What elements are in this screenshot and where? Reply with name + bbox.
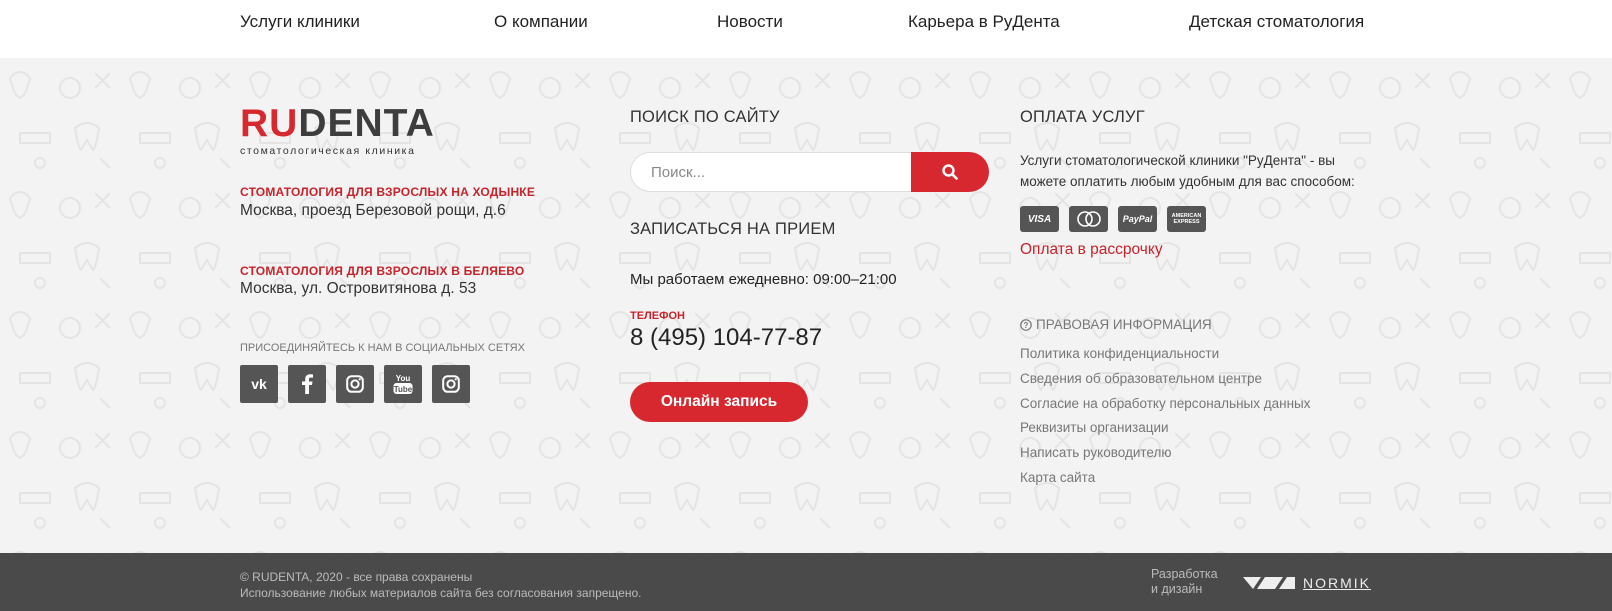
social-links: vk You Tube [240,365,470,403]
list-item: Реквизиты организации [1020,419,1311,444]
phone-label: ТЕЛЕФОН [630,310,685,322]
rudenta-logo[interactable]: RUDENTA стоматологическая клиника [240,104,470,157]
booking-heading: ЗАПИСАТЬСЯ НА ПРИЕМ [630,220,836,238]
clinic-title-belyaevo: СТОМАТОЛОГИЯ ДЛЯ ВЗРОСЛЫХ В БЕЛЯЕВО [240,264,525,278]
list-item: Сведения об образовательном центре [1020,370,1311,395]
logo-wordmark: RUDENTA [240,104,470,143]
svg-text:vk: vk [251,376,267,392]
nav-item-services[interactable]: Услуги клиники [240,12,360,32]
footer-main: RUDENTA стоматологическая клиника СТОМАТ… [0,58,1612,553]
usage-notice: Использование любых материалов сайта без… [240,586,642,600]
svg-text:?: ? [1024,321,1029,330]
instagram-icon [346,375,364,393]
bottom-bar: © RUDENTA, 2020 - все права сохранены Ис… [0,553,1612,611]
copyright: © RUDENTA, 2020 - все права сохранены Ис… [240,569,641,601]
legal-links: Политика конфиденциальности Сведения об … [1020,345,1311,494]
developer-credit: Разработка и дизайн [1151,567,1218,597]
dev-line-2: и дизайн [1151,582,1203,596]
list-item: Написать руководителю [1020,444,1311,469]
list-item: Согласие на обработку персональных данны… [1020,395,1311,420]
amex-icon: AMERICAN EXPRESS [1167,206,1206,232]
list-item: Карта сайта [1020,469,1311,494]
payment-heading: ОПЛАТА УСЛУГ [1020,108,1145,126]
legal-heading: ? ПРАВОВАЯ ИНФОРМАЦИЯ [1020,317,1212,332]
visa-icon: VISA [1020,206,1059,232]
installment-link[interactable]: Оплата в рассрочку [1020,241,1163,259]
vk-icon: vk [251,376,267,392]
search-form [630,152,989,192]
svg-text:Tube: Tube [394,385,413,394]
instagram-link[interactable] [336,365,374,403]
search-button[interactable] [911,152,989,192]
payment-cards: VISA PayPal AMERICAN EXPRESS [1020,206,1206,232]
svg-text:You: You [396,374,411,383]
logo-subtitle: стоматологическая клиника [240,145,416,157]
instagram-link-2[interactable] [432,365,470,403]
social-title: ПРИСОЕДИНЯЙТЕСЬ К НАМ В СОЦИАЛЬНЫХ СЕТЯХ [240,342,525,354]
question-circle-icon: ? [1020,318,1032,331]
facebook-link[interactable] [288,365,326,403]
list-item: Политика конфиденциальности [1020,345,1311,370]
clinic-title-khodynka: СТОМАТОЛОГИЯ ДЛЯ ВЗРОСЛЫХ НА ХОДЫНКЕ [240,185,536,199]
clinic-address-belyaevo: Москва, ул. Островитянова д. 53 [240,280,477,297]
legal-heading-label: ПРАВОВАЯ ИНФОРМАЦИЯ [1036,317,1212,332]
instagram-icon [442,375,460,393]
clinic-address-khodynka: Москва, проезд Березовой рощи, д.6 [240,202,506,219]
search-icon [942,164,958,180]
normik-label: NORMIK [1303,575,1371,591]
normik-logo-link[interactable]: NORMIK [1243,575,1371,591]
dev-line-1: Разработка [1151,567,1218,581]
search-heading: ПОИСК ПО САЙТУ [630,108,780,126]
education-center-link[interactable]: Сведения об образовательном центре [1020,371,1262,386]
logo-denta: DENTA [298,102,435,145]
payment-description: Услуги стоматологической клиники "РуДент… [1020,153,1355,189]
youtube-icon: You Tube [393,374,413,394]
phone-number[interactable]: 8 (495) 104-77-87 [630,324,822,352]
online-booking-button[interactable]: Онлайн запись [630,382,808,422]
nav-item-news[interactable]: Новости [717,12,783,32]
search-input[interactable] [630,152,911,192]
sitemap-link[interactable]: Карта сайта [1020,470,1095,485]
youtube-link[interactable]: You Tube [384,365,422,403]
mastercard-icon [1069,206,1108,232]
logo-ru: RU [240,102,299,145]
privacy-policy-link[interactable]: Политика конфиденциальности [1020,346,1219,361]
nav-item-kids-dentistry[interactable]: Детская стоматология [1189,12,1364,32]
write-to-director-link[interactable]: Написать руководителю [1020,445,1171,460]
working-hours: Мы работаем ежедневно: 09:00–21:00 [630,271,897,288]
normik-logo-icon [1243,577,1295,589]
vk-link[interactable]: vk [240,365,278,403]
copyright-line: © RUDENTA, 2020 - все права сохранены [240,570,473,584]
nav-item-career[interactable]: Карьера в РуДента [908,12,1060,32]
company-details-link[interactable]: Реквизиты организации [1020,420,1169,435]
top-navigation: Услуги клиники О компании Новости Карьер… [0,0,1612,58]
personal-data-consent-link[interactable]: Согласие на обработку персональных данны… [1020,396,1311,411]
paypal-icon: PayPal [1118,206,1157,232]
facebook-icon [302,374,313,394]
nav-item-about[interactable]: О компании [494,12,588,32]
